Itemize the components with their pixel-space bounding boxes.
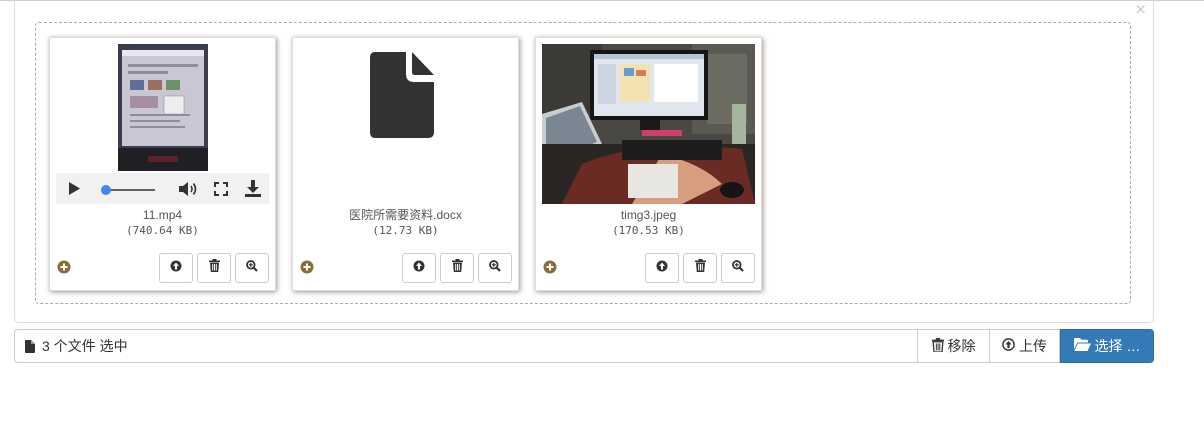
- thumbnail-actions: [402, 253, 512, 283]
- zoom-icon: [732, 259, 744, 277]
- zoom-file-button[interactable]: [478, 253, 512, 283]
- zoom-icon: [246, 259, 258, 277]
- file-thumbnail-image: timg3.jpeg (170.53 KB): [535, 37, 762, 291]
- zoom-file-button[interactable]: [235, 253, 269, 283]
- upload-button[interactable]: 上传: [990, 329, 1060, 363]
- browse-label: 选择 …: [1094, 338, 1141, 354]
- file-name: 11.mp4: [142, 208, 183, 222]
- photo-icon: [542, 44, 755, 204]
- file-size: (12.73 KB): [372, 224, 439, 237]
- image-preview: [536, 44, 761, 206]
- file-document-icon: [370, 52, 434, 143]
- delete-file-button[interactable]: [197, 253, 231, 283]
- video-progress-slider[interactable]: [100, 183, 156, 201]
- file-caption[interactable]: 3 个文件 选中: [14, 329, 918, 363]
- trash-icon: [694, 259, 706, 277]
- upload-icon: [413, 259, 425, 277]
- plus-circle-icon: [57, 260, 71, 274]
- file-thumbnail-document: 医院所需要资料.docx (12.73 KB): [292, 37, 519, 291]
- browse-button[interactable]: 选择 …: [1060, 329, 1154, 363]
- file-input-group: 3 个文件 选中 移除 上传 选择 …: [14, 329, 1154, 363]
- trash-icon: [451, 259, 463, 277]
- upload-file-button[interactable]: [645, 253, 679, 283]
- file-name: 医院所需要资料.docx: [349, 208, 462, 222]
- plus-circle-icon: [300, 260, 314, 274]
- file-size: (740.64 KB): [126, 224, 199, 237]
- delete-file-button[interactable]: [683, 253, 717, 283]
- file-size: (170.53 KB): [612, 224, 685, 237]
- file-preview-frame: × 11.mp4 (740.64 KB) 医院所需要资料.docx (12.73…: [14, 1, 1154, 323]
- file-icon: [25, 339, 35, 353]
- zoom-file-button[interactable]: [721, 253, 755, 283]
- close-icon[interactable]: ×: [1134, 1, 1147, 17]
- play-icon[interactable]: [68, 182, 80, 200]
- folder-open-icon: [1073, 338, 1091, 354]
- file-drop-zone[interactable]: 11.mp4 (740.64 KB) 医院所需要资料.docx (12.73 K…: [35, 22, 1131, 304]
- fullscreen-icon[interactable]: [214, 182, 228, 201]
- trash-icon: [208, 259, 220, 277]
- upload-icon: [1002, 338, 1015, 354]
- trash-icon: [931, 337, 944, 355]
- video-frame: [118, 44, 208, 171]
- upload-file-button[interactable]: [402, 253, 436, 283]
- remove-button[interactable]: 移除: [918, 329, 990, 363]
- file-caption-text: 3 个文件 选中: [42, 338, 128, 354]
- zoom-icon: [489, 259, 501, 277]
- video-controls: [56, 173, 269, 204]
- thumbnail-actions: [159, 253, 269, 283]
- remove-label: 移除: [947, 338, 976, 354]
- thumbnail-actions: [645, 253, 755, 283]
- file-name: timg3.jpeg: [620, 208, 677, 222]
- document-preview: [293, 44, 518, 206]
- file-thumbnail-video: 11.mp4 (740.64 KB): [49, 37, 276, 291]
- volume-icon[interactable]: [179, 181, 199, 202]
- download-icon[interactable]: [245, 180, 261, 202]
- plus-circle-icon: [543, 260, 557, 274]
- upload-file-button[interactable]: [159, 253, 193, 283]
- upload-icon: [170, 259, 182, 277]
- delete-file-button[interactable]: [440, 253, 474, 283]
- upload-icon: [656, 259, 668, 277]
- upload-label: 上传: [1019, 338, 1047, 354]
- video-preview: [50, 44, 275, 206]
